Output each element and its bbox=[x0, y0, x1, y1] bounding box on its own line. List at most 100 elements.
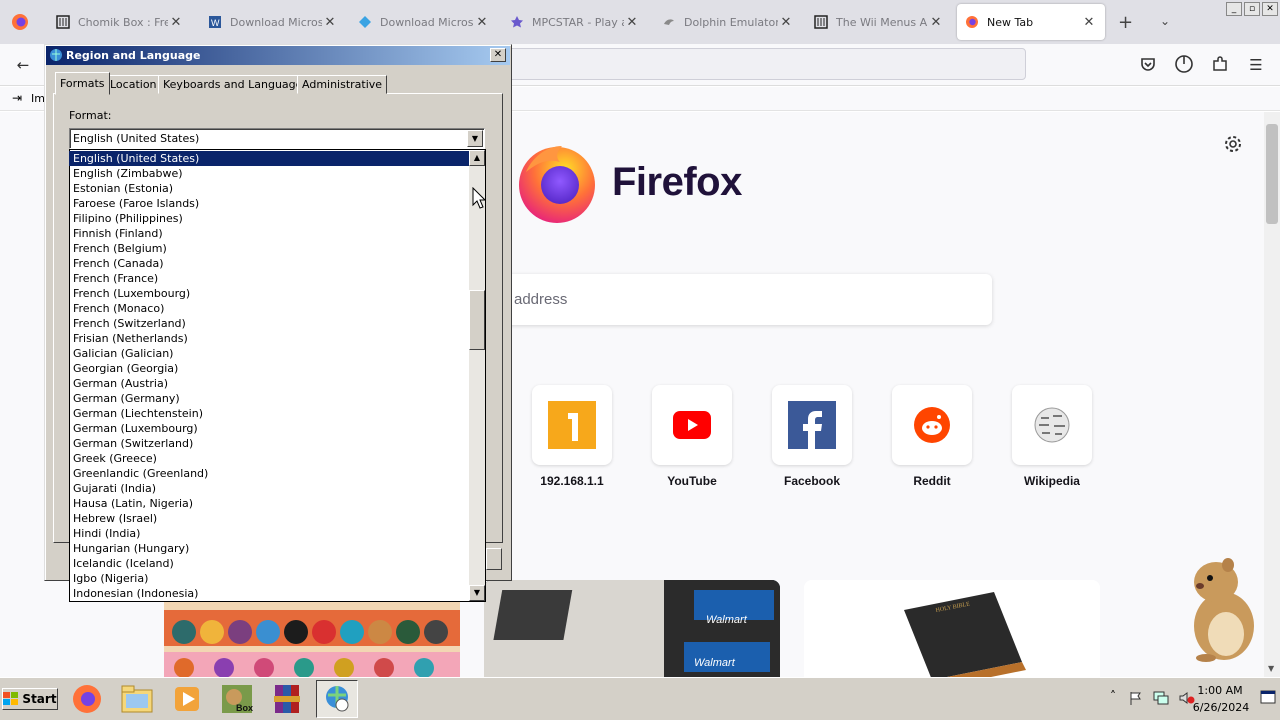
format-option[interactable]: French (Belgium) bbox=[72, 241, 468, 256]
close-tab-icon[interactable]: ✕ bbox=[778, 15, 794, 30]
format-option[interactable]: Finnish (Finland) bbox=[72, 226, 468, 241]
format-option[interactable]: German (Austria) bbox=[72, 376, 468, 391]
chevron-down-icon[interactable]: ▼ bbox=[467, 130, 483, 147]
dropdown-scrollbar[interactable] bbox=[469, 150, 485, 601]
format-option[interactable]: English (Zimbabwe) bbox=[72, 166, 468, 181]
firefox-menu-icon[interactable] bbox=[10, 12, 30, 32]
dropdown-scrollbar-thumb[interactable] bbox=[469, 290, 485, 350]
hamster-desktop-pet[interactable] bbox=[1176, 556, 1262, 664]
format-option[interactable]: Filipino (Philippines) bbox=[72, 211, 468, 226]
hamburger-menu-icon[interactable]: ☰ bbox=[1247, 56, 1265, 74]
story-card-walmart[interactable]: Walmart Walmart bbox=[484, 580, 780, 677]
scroll-down-arrow-icon[interactable]: ▼ bbox=[469, 585, 485, 601]
dialog-button[interactable] bbox=[486, 548, 502, 570]
import-bookmarks-label[interactable]: Im bbox=[31, 92, 45, 105]
new-tab-plus-icon[interactable]: + bbox=[1118, 12, 1133, 33]
tab-download-2[interactable]: Download Microsof ✕ bbox=[350, 4, 498, 40]
url-bar[interactable] bbox=[480, 48, 1026, 80]
clock-time[interactable]: 1:00 AM bbox=[1196, 684, 1244, 697]
format-option[interactable]: Galician (Galician) bbox=[72, 346, 468, 361]
format-option[interactable]: German (Germany) bbox=[72, 391, 468, 406]
close-tab-icon[interactable]: ✕ bbox=[928, 15, 944, 30]
account-icon[interactable] bbox=[1174, 54, 1194, 74]
clock-date[interactable]: 6/26/2024 bbox=[1190, 701, 1252, 714]
minimize-button[interactable]: _ bbox=[1226, 2, 1242, 16]
tab-wii-menus[interactable]: The Wii Menus Ar ✕ bbox=[806, 4, 952, 40]
scroll-down-arrow-icon[interactable]: ▼ bbox=[1268, 664, 1274, 673]
import-bookmarks-icon[interactable]: ⇥ bbox=[12, 91, 22, 105]
format-option[interactable]: Gujarati (India) bbox=[72, 481, 468, 496]
format-option[interactable]: Indonesian (Indonesia) bbox=[72, 586, 468, 601]
format-option[interactable]: Icelandic (Iceland) bbox=[72, 556, 468, 571]
top-site-facebook[interactable]: Facebook bbox=[772, 385, 852, 488]
firefox-logo-icon bbox=[519, 146, 595, 223]
taskbar-firefox[interactable] bbox=[66, 680, 108, 718]
tab-title: Dolphin Emulator bbox=[684, 15, 778, 29]
action-center-flag-icon[interactable] bbox=[1128, 690, 1144, 706]
tab-download-1[interactable]: W Download Microsof ✕ bbox=[200, 4, 346, 40]
format-option[interactable]: Hindi (India) bbox=[72, 526, 468, 541]
close-tab-icon[interactable]: ✕ bbox=[1081, 15, 1097, 30]
format-option[interactable]: Faroese (Faroe Islands) bbox=[72, 196, 468, 211]
taskbar-explorer[interactable] bbox=[116, 680, 158, 718]
gear-icon[interactable] bbox=[1223, 134, 1243, 154]
tab-mpcstar[interactable]: MPCSTAR - Play al ✕ bbox=[502, 4, 648, 40]
format-option[interactable]: Greenlandic (Greenland) bbox=[72, 466, 468, 481]
format-option[interactable]: French (France) bbox=[72, 271, 468, 286]
format-option[interactable]: Igbo (Nigeria) bbox=[72, 571, 468, 586]
story-card-bible[interactable]: HOLY BIBLE bbox=[804, 580, 1100, 677]
taskbar-media-player[interactable] bbox=[166, 680, 208, 718]
tab-administrative[interactable]: Administrative bbox=[297, 75, 388, 94]
close-tab-icon[interactable]: ✕ bbox=[474, 15, 490, 30]
extensions-puzzle-icon[interactable] bbox=[1211, 55, 1229, 73]
format-option[interactable]: German (Luxembourg) bbox=[72, 421, 468, 436]
reddit-icon bbox=[914, 407, 950, 443]
tab-formats[interactable]: Formats bbox=[55, 72, 110, 95]
tab-dolphin[interactable]: Dolphin Emulator ✕ bbox=[654, 4, 802, 40]
tab-chomik[interactable]: Chomik Box : Free ✕ bbox=[48, 4, 192, 40]
page-scrollbar-thumb[interactable] bbox=[1266, 124, 1278, 224]
search-box[interactable] bbox=[498, 274, 992, 325]
format-option-selected[interactable]: English (United States) bbox=[69, 151, 469, 166]
format-option[interactable]: French (Canada) bbox=[72, 256, 468, 271]
format-option[interactable]: Hausa (Latin, Nigeria) bbox=[72, 496, 468, 511]
format-option[interactable]: Georgian (Georgia) bbox=[72, 361, 468, 376]
back-arrow-icon[interactable]: ← bbox=[14, 56, 32, 74]
start-button[interactable]: Start bbox=[2, 688, 58, 710]
dialog-close-button[interactable]: ✕ bbox=[490, 48, 506, 62]
dialog-title[interactable]: Region and Language bbox=[46, 46, 510, 65]
top-site-youtube[interactable]: YouTube bbox=[652, 385, 732, 488]
show-desktop-icon[interactable] bbox=[1260, 689, 1276, 707]
close-tab-icon[interactable]: ✕ bbox=[322, 15, 338, 30]
close-tab-icon[interactable]: ✕ bbox=[624, 15, 640, 30]
format-option[interactable]: French (Luxembourg) bbox=[72, 286, 468, 301]
format-option[interactable]: Frisian (Netherlands) bbox=[72, 331, 468, 346]
taskbar-region-language[interactable] bbox=[316, 680, 358, 718]
network-icon[interactable] bbox=[1152, 690, 1170, 706]
format-option[interactable]: French (Switzerland) bbox=[72, 316, 468, 331]
top-site-reddit[interactable]: Reddit bbox=[892, 385, 972, 488]
format-option[interactable]: Estonian (Estonia) bbox=[72, 181, 468, 196]
globe-icon bbox=[359, 16, 371, 28]
list-tabs-chevron-icon[interactable]: ⌄ bbox=[1160, 14, 1170, 28]
top-site-router[interactable]: 192.168.1.1 bbox=[532, 385, 612, 488]
format-option[interactable]: French (Monaco) bbox=[72, 301, 468, 316]
tab-new-tab[interactable]: New Tab ✕ bbox=[957, 4, 1105, 40]
format-option[interactable]: Greek (Greece) bbox=[72, 451, 468, 466]
scroll-up-arrow-icon[interactable]: ▲ bbox=[469, 150, 485, 166]
taskbar-winrar[interactable] bbox=[266, 680, 308, 718]
restore-button[interactable]: ▫ bbox=[1244, 2, 1260, 16]
close-window-button[interactable]: ✕ bbox=[1262, 2, 1278, 16]
format-option[interactable]: Hungarian (Hungary) bbox=[72, 541, 468, 556]
tab-location[interactable]: Location bbox=[105, 75, 162, 94]
close-tab-icon[interactable]: ✕ bbox=[168, 15, 184, 30]
top-site-wikipedia[interactable]: Wikipedia bbox=[1012, 385, 1092, 488]
taskbar-chomikbox[interactable]: Box bbox=[216, 680, 258, 718]
pocket-icon[interactable] bbox=[1139, 55, 1157, 73]
show-hidden-icons-chevron-icon[interactable]: ˄ bbox=[1110, 689, 1116, 703]
format-option[interactable]: German (Liechtenstein) bbox=[72, 406, 468, 421]
format-option[interactable]: Hebrew (Israel) bbox=[72, 511, 468, 526]
books-archive-icon bbox=[274, 685, 300, 713]
format-option[interactable]: German (Switzerland) bbox=[72, 436, 468, 451]
tab-keyboards-languages[interactable]: Keyboards and Languages bbox=[158, 75, 314, 94]
